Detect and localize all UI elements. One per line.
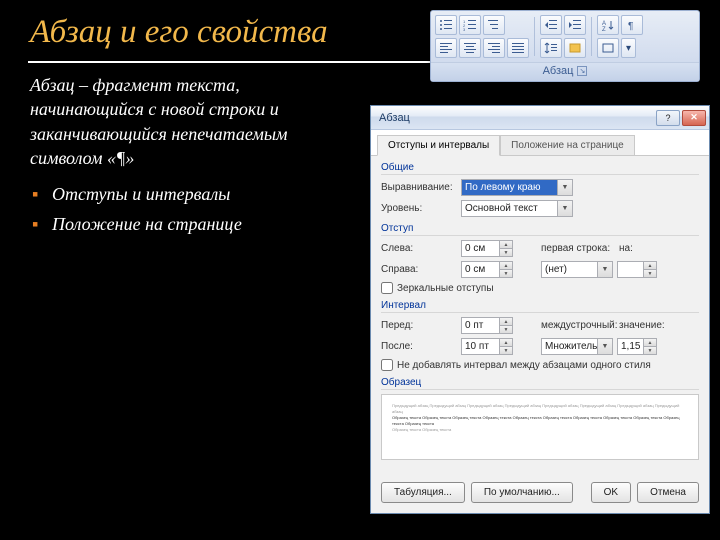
indent-right-label: Справа: (381, 264, 457, 275)
level-label: Уровень: (381, 203, 457, 214)
justify-icon[interactable] (507, 38, 529, 58)
cancel-button[interactable]: Отмена (637, 482, 699, 503)
after-label: После: (381, 341, 457, 352)
titlebar[interactable]: Абзац ? ✕ (371, 106, 709, 130)
dialog-title: Абзац (379, 112, 410, 124)
line-spacing-icon[interactable] (540, 38, 562, 58)
help-button[interactable]: ? (656, 110, 680, 126)
align-center-icon[interactable] (459, 38, 481, 58)
paragraph-dialog: Абзац ? ✕ Отступы и интервалы Положение … (370, 105, 710, 514)
tab-position[interactable]: Положение на странице (500, 135, 634, 156)
value-spin[interactable]: 1,15▲▼ (617, 338, 657, 355)
before-label: Перед: (381, 320, 457, 331)
group-general-label: Общие (381, 162, 699, 175)
decrease-indent-icon[interactable] (540, 15, 562, 35)
definition-text: Абзац – фрагмент текста, начинающийся с … (30, 73, 300, 170)
svg-text:Z: Z (602, 27, 606, 31)
line-spacing-label: междустрочный: (541, 320, 615, 331)
bullets-icon[interactable] (435, 15, 457, 35)
numbering-icon[interactable]: 123 (459, 15, 481, 35)
value-label: значение: (619, 320, 663, 331)
first-line-combo[interactable]: (нет)▼ (541, 261, 613, 278)
bullet-item: Положение на странице (30, 212, 300, 236)
group-preview-label: Образец (381, 377, 699, 390)
dialog-launcher-icon[interactable]: ↘ (577, 66, 587, 76)
first-line-label: первая строка: (541, 243, 615, 254)
ok-button[interactable]: OK (591, 482, 631, 503)
align-left-icon[interactable] (435, 38, 457, 58)
svg-text:3: 3 (463, 27, 466, 31)
increase-indent-icon[interactable] (564, 15, 586, 35)
indent-left-label: Слева: (381, 243, 457, 254)
close-button[interactable]: ✕ (682, 110, 706, 126)
svg-text:¶: ¶ (628, 21, 633, 31)
indent-left-spin[interactable]: 0 см▲▼ (461, 240, 513, 257)
borders-icon[interactable] (597, 38, 619, 58)
shading-icon[interactable] (564, 38, 586, 58)
bullet-item: Отступы и интервалы (30, 182, 300, 206)
mirror-checkbox[interactable]: Зеркальные отступы (381, 282, 699, 294)
level-combo[interactable]: Основной текст▼ (461, 200, 573, 217)
align-combo[interactable]: По левому краю▼ (461, 179, 573, 196)
tabs-button[interactable]: Табуляция... (381, 482, 465, 503)
default-button[interactable]: По умолчанию... (471, 482, 573, 503)
borders-dropdown-icon[interactable]: ▾ (621, 38, 636, 58)
after-spin[interactable]: 10 пт▲▼ (461, 338, 513, 355)
before-spin[interactable]: 0 пт▲▼ (461, 317, 513, 334)
preview-box: Предыдущий абзац Предыдущий абзац Предыд… (381, 394, 699, 460)
by-spin[interactable]: ▲▼ (617, 261, 657, 278)
tab-indents[interactable]: Отступы и интервалы (377, 135, 500, 156)
sort-icon[interactable]: AZ (597, 15, 619, 35)
group-indent-label: Отступ (381, 223, 699, 236)
align-right-icon[interactable] (483, 38, 505, 58)
ribbon-group-label: Абзац (543, 65, 574, 77)
group-spacing-label: Интервал (381, 300, 699, 313)
line-spacing-combo[interactable]: Множитель▼ (541, 338, 613, 355)
ribbon-paragraph-group: 123 (430, 10, 700, 82)
show-marks-icon[interactable]: ¶ (621, 15, 643, 35)
align-label: Выравнивание: (381, 182, 457, 193)
nospace-checkbox[interactable]: Не добавлять интервал между абзацами одн… (381, 359, 699, 371)
multilevel-list-icon[interactable] (483, 15, 505, 35)
by-label: на: (619, 243, 645, 254)
indent-right-spin[interactable]: 0 см▲▼ (461, 261, 513, 278)
